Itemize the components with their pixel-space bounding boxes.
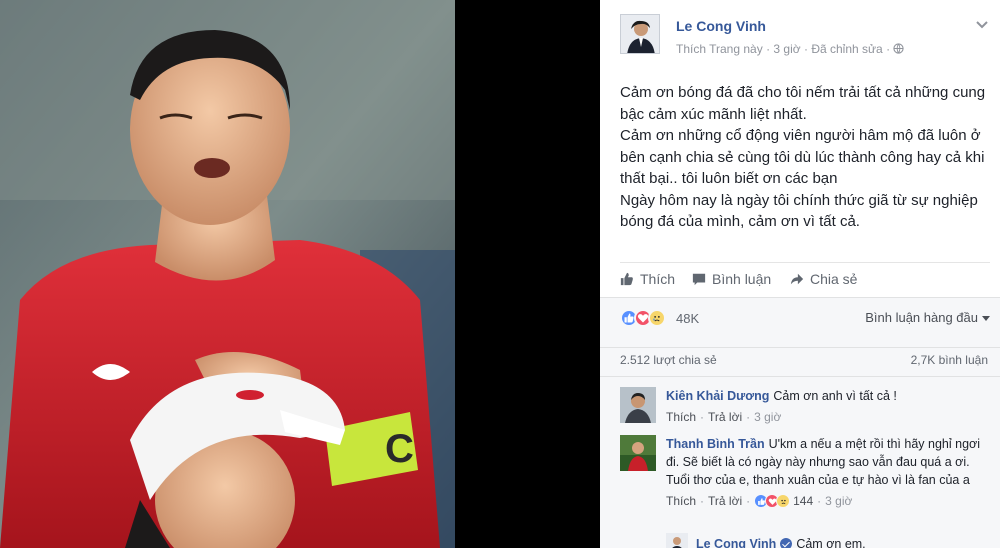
post-header: Le Cong Vinh Thích Trang này · 3 giờ · Đ… [620,14,990,64]
comment-sort-label: Bình luận hàng đầu [865,310,978,325]
meta-dot: · [700,494,705,508]
post-panel: Le Cong Vinh Thích Trang này · 3 giờ · Đ… [600,0,1000,548]
verified-badge-icon [780,538,793,548]
meta-dot: · [746,410,751,424]
meta-dot: · [700,410,705,424]
meta-dot: · [746,494,751,508]
meta-dot: · [817,494,822,508]
comment-time[interactable]: 3 giờ [825,492,852,510]
comment-like-link[interactable]: Thích [666,408,696,426]
post-stats: 2.512 lượt chia sẻ 2,7K bình luận [600,347,1000,377]
reply-body: Le Cong Vinh Cảm ơn em. [696,535,1000,548]
reaction-count: 48K [676,310,700,326]
commenter-avatar[interactable] [620,387,656,423]
caret-down-icon [982,315,990,321]
thumbs-up-icon [620,272,633,286]
comment-label: Bình luận [712,271,772,287]
comment-actions: Thích · Trả lời · 144 · 3 giờ [666,492,986,510]
comment-reaction-count: 144 [793,494,814,508]
comment-icon [692,273,706,286]
comment-reply-link[interactable]: Trả lời [708,408,742,426]
sad-reaction-icon [648,309,666,327]
comment-body: Kiên Khải Dương Cảm ơn anh vì tất cả ! Th… [666,387,986,426]
comment-like-link[interactable]: Thích [666,492,696,510]
like-label: Thích [640,271,676,287]
post-line: Ngày hôm nay là ngày tôi chính thức giã … [620,191,978,231]
share-count[interactable]: 2.512 lượt chia sẻ [620,353,717,367]
comment-body: Thanh Bình Trần U'km a nếu a mệt rồi thì … [666,435,986,510]
post-line: Cảm ơn những cổ động viên người hâm mộ đ… [620,127,985,187]
post-photo[interactable]: C [0,0,455,548]
meta-dot: · [803,42,808,56]
post-line: Cảm ơn bóng đá đã cho tôi nếm trải tất c… [620,84,986,123]
armband-letter: C [385,427,414,471]
globe-icon [893,43,905,54]
comment-button[interactable]: Bình luận [692,271,771,287]
commenter-avatar[interactable] [620,435,656,471]
photo-illustration: C [0,0,455,548]
reply-text: Cảm ơn em. [796,537,866,548]
post-time[interactable]: 3 giờ [773,42,800,56]
commenter-name[interactable]: Kiên Khải Dương [666,389,769,403]
edited-label[interactable]: Đã chỉnh sửa [811,42,882,56]
photo-backdrop [455,0,600,548]
like-page-link[interactable]: Thích Trang này [676,42,763,56]
chevron-down-icon[interactable] [974,16,990,32]
reaction-summary[interactable]: 48K [620,309,699,327]
comment-text: Cảm ơn anh vì tất cả ! [773,389,897,403]
meta-dot: · [766,42,771,56]
replier-avatar[interactable] [666,533,688,548]
post-meta: Thích Trang này · 3 giờ · Đã chỉnh sửa · [676,42,905,56]
commenter-name[interactable]: Thanh Bình Trần [666,437,765,451]
author-avatar[interactable] [620,14,660,54]
post-body: Cảm ơn bóng đá đã cho tôi nếm trải tất c… [620,82,990,233]
post-author-name[interactable]: Le Cong Vinh [676,18,766,34]
share-icon [790,273,804,285]
share-button[interactable]: Chia sẻ [790,271,857,287]
comment-count[interactable]: 2,7K bình luận [911,353,988,367]
comments-list: Kiên Khải Dương Cảm ơn anh vì tất cả ! Th… [600,377,1000,548]
comment-reply-link[interactable]: Trả lời [708,492,742,510]
comment-sort-dropdown[interactable]: Bình luận hàng đầu [865,310,990,325]
comment-reactions[interactable]: 144 [754,492,813,510]
sad-reaction-icon [776,494,791,508]
comment-time[interactable]: 3 giờ [754,408,781,426]
comment-actions: Thích · Trả lời · 3 giờ [666,408,986,426]
replier-name[interactable]: Le Cong Vinh [696,537,776,548]
post-actions: Thích Bình luận Chia sẻ [620,262,990,296]
share-label: Chia sẻ [810,271,858,287]
meta-dot: · [886,42,891,56]
like-button[interactable]: Thích [620,271,675,287]
